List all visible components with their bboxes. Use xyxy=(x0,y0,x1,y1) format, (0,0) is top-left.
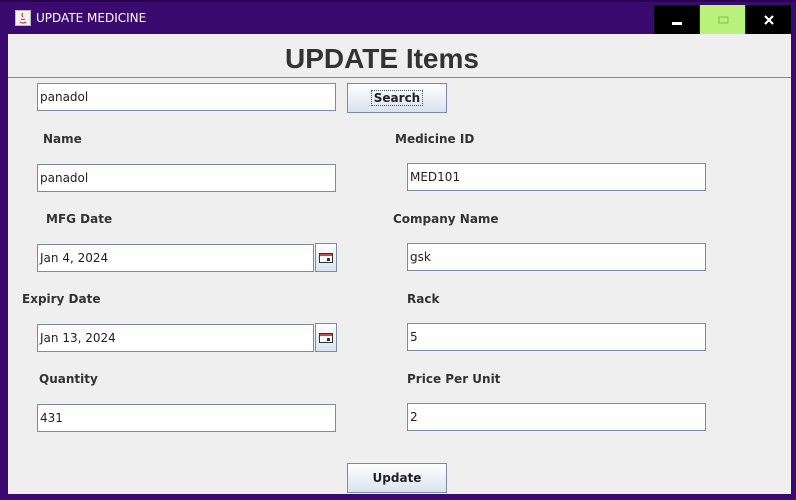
mfg-date-label: MFG Date xyxy=(46,212,113,226)
price-per-unit-field[interactable]: 2 xyxy=(407,403,706,431)
quantity-field[interactable]: 431 xyxy=(37,404,336,432)
maximize-icon xyxy=(718,16,728,23)
update-button[interactable]: Update xyxy=(347,463,447,493)
page-title: UPDATE Items xyxy=(285,43,479,74)
mfg-date-picker-button[interactable] xyxy=(315,243,337,272)
calendar-icon xyxy=(319,252,333,263)
heading-separator xyxy=(8,77,791,78)
company-name-label: Company Name xyxy=(393,212,499,226)
medicine-id-label: Medicine ID xyxy=(395,132,475,146)
name-label: Name xyxy=(43,132,82,146)
price-per-unit-label: Price Per Unit xyxy=(407,372,501,386)
maximize-button[interactable] xyxy=(700,5,745,34)
close-button[interactable] xyxy=(746,5,791,34)
window-border-bottom xyxy=(0,494,796,500)
expiry-date-picker-button[interactable] xyxy=(315,323,337,352)
quantity-label: Quantity xyxy=(39,372,98,386)
minimize-icon xyxy=(671,21,682,25)
search-button-label: Search xyxy=(370,90,424,106)
window-border-right xyxy=(791,34,796,500)
rack-field[interactable]: 5 xyxy=(407,323,706,351)
mfg-date-field[interactable]: Jan 4, 2024 xyxy=(37,244,314,272)
search-button[interactable]: Search xyxy=(347,83,447,113)
calendar-icon xyxy=(319,332,333,343)
title-bar: UPDATE MEDICINE xyxy=(0,0,796,34)
window-title: UPDATE MEDICINE xyxy=(36,11,147,25)
close-icon xyxy=(763,14,774,25)
search-input[interactable]: panadol xyxy=(37,83,336,111)
expiry-date-label: Expiry Date xyxy=(22,292,101,306)
expiry-date-field[interactable]: Jan 13, 2024 xyxy=(37,324,314,352)
java-app-icon xyxy=(15,10,31,26)
minimize-button[interactable] xyxy=(654,5,699,34)
medicine-id-field[interactable]: MED101 xyxy=(407,163,706,191)
company-name-field[interactable]: gsk xyxy=(407,243,706,271)
rack-label: Rack xyxy=(407,292,440,306)
name-field[interactable]: panadol xyxy=(37,164,336,192)
